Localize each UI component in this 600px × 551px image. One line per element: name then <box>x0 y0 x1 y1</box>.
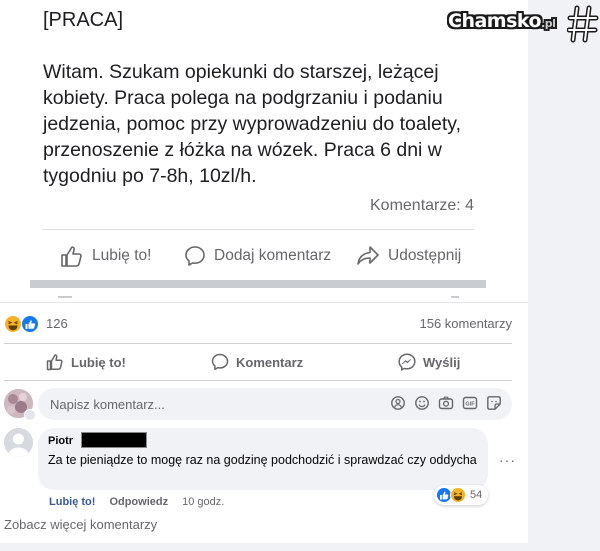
screenshot-tag: [PRACA] <box>43 9 124 31</box>
watermark-logo-text: Chamsko.pl <box>448 10 556 32</box>
sticker-icon[interactable] <box>486 395 502 411</box>
post-border <box>0 302 528 303</box>
reaction-icons[interactable] <box>4 314 40 334</box>
send-button-label: Wyślij <box>423 354 461 370</box>
screenshot-comment: Dodaj komentarz <box>184 242 331 270</box>
screenshot-actions: Lubię to! Dodaj komentarz Udostępnij <box>42 242 474 270</box>
right-gutter <box>528 0 600 551</box>
comment-author[interactable]: Piotr <box>48 435 73 447</box>
haha-emoji-icon <box>4 315 22 333</box>
messenger-icon <box>398 353 416 371</box>
comment-composer[interactable]: Napisz komentarz... GIF <box>38 388 512 420</box>
comment-button[interactable]: Komentarz <box>211 347 303 377</box>
comment-text: Za te pieniądze to mogę raz na godzinę p… <box>48 453 477 467</box>
like-button[interactable]: Lubię to! <box>46 347 126 377</box>
screenshot-fragment <box>58 296 459 298</box>
screenshot-like: Lubię to! <box>60 242 151 270</box>
divider <box>4 343 512 344</box>
speech-bubble-icon <box>185 246 205 266</box>
commenter-avatar[interactable] <box>4 428 33 457</box>
like-emoji-icon <box>21 315 39 333</box>
reaction-count[interactable]: 126 <box>46 316 68 331</box>
feed-separator <box>0 543 528 551</box>
emoji-icon[interactable] <box>414 395 430 411</box>
composer-tools: GIF <box>390 395 502 413</box>
send-button[interactable]: Wyślij <box>398 347 460 377</box>
comment-reaction-count: 54 <box>470 489 483 501</box>
comment-count[interactable]: 156 komentarzy <box>420 316 513 331</box>
post-action-bar: Lubię to! Komentarz Wyślij <box>4 347 512 377</box>
comment-bubble: Piotr Za te pieniądze to mogę raz na god… <box>38 428 488 490</box>
screenshot-bottom-bar <box>30 280 486 288</box>
post-screenshot-image: [PRACA] Witam. Szukam opiekunki do stars… <box>0 0 528 300</box>
gif-icon[interactable]: GIF <box>462 395 478 411</box>
comment-like-link[interactable]: Lubię to! <box>49 496 95 508</box>
screenshot-comment-label: Dodaj komentarz <box>214 247 332 264</box>
comment-button-label: Komentarz <box>236 354 304 370</box>
comment-timestamp[interactable]: 10 godz. <box>182 496 224 508</box>
screenshot-comments-count: Komentarze: 4 <box>370 197 475 214</box>
account-switch-chevron-icon[interactable] <box>24 409 36 421</box>
thumbs-up-icon <box>61 246 82 267</box>
share-arrow-icon <box>357 246 379 265</box>
like-emoji-icon <box>436 487 452 503</box>
comment-reply-link[interactable]: Odpowiedz <box>109 496 168 508</box>
screenshot-share-label: Udostępnij <box>388 247 462 264</box>
camera-icon[interactable] <box>438 395 454 411</box>
screenshot-like-label: Lubię to! <box>92 247 152 264</box>
thumbs-up-icon <box>46 354 63 371</box>
redacted-surname <box>81 432 147 448</box>
reactions-row: 126 156 komentarzy <box>4 313 512 335</box>
screenshot-share: Udostępnij <box>356 242 461 270</box>
comment-reactions[interactable]: 54 <box>434 485 488 505</box>
haha-emoji-icon <box>450 487 466 503</box>
screenshot-text: Witam. Szukam opiekunki do starszej, leż… <box>43 61 462 187</box>
svg-text:GIF: GIF <box>465 401 475 407</box>
avatar-sticker-icon[interactable] <box>390 395 406 411</box>
like-button-label: Lubię to! <box>71 354 126 370</box>
hash-logo-icon <box>567 5 599 43</box>
divider <box>4 380 512 381</box>
see-more-comments-link[interactable]: Zobacz więcej komentarzy <box>4 517 157 532</box>
comment-input[interactable]: Napisz komentarz... <box>50 397 165 412</box>
screenshot-divider <box>42 229 474 230</box>
comment-meta: Lubię to! Odpowiedz 10 godz. <box>49 496 224 508</box>
speech-bubble-icon <box>211 353 229 371</box>
comment-more-icon[interactable]: ··· <box>499 452 516 468</box>
